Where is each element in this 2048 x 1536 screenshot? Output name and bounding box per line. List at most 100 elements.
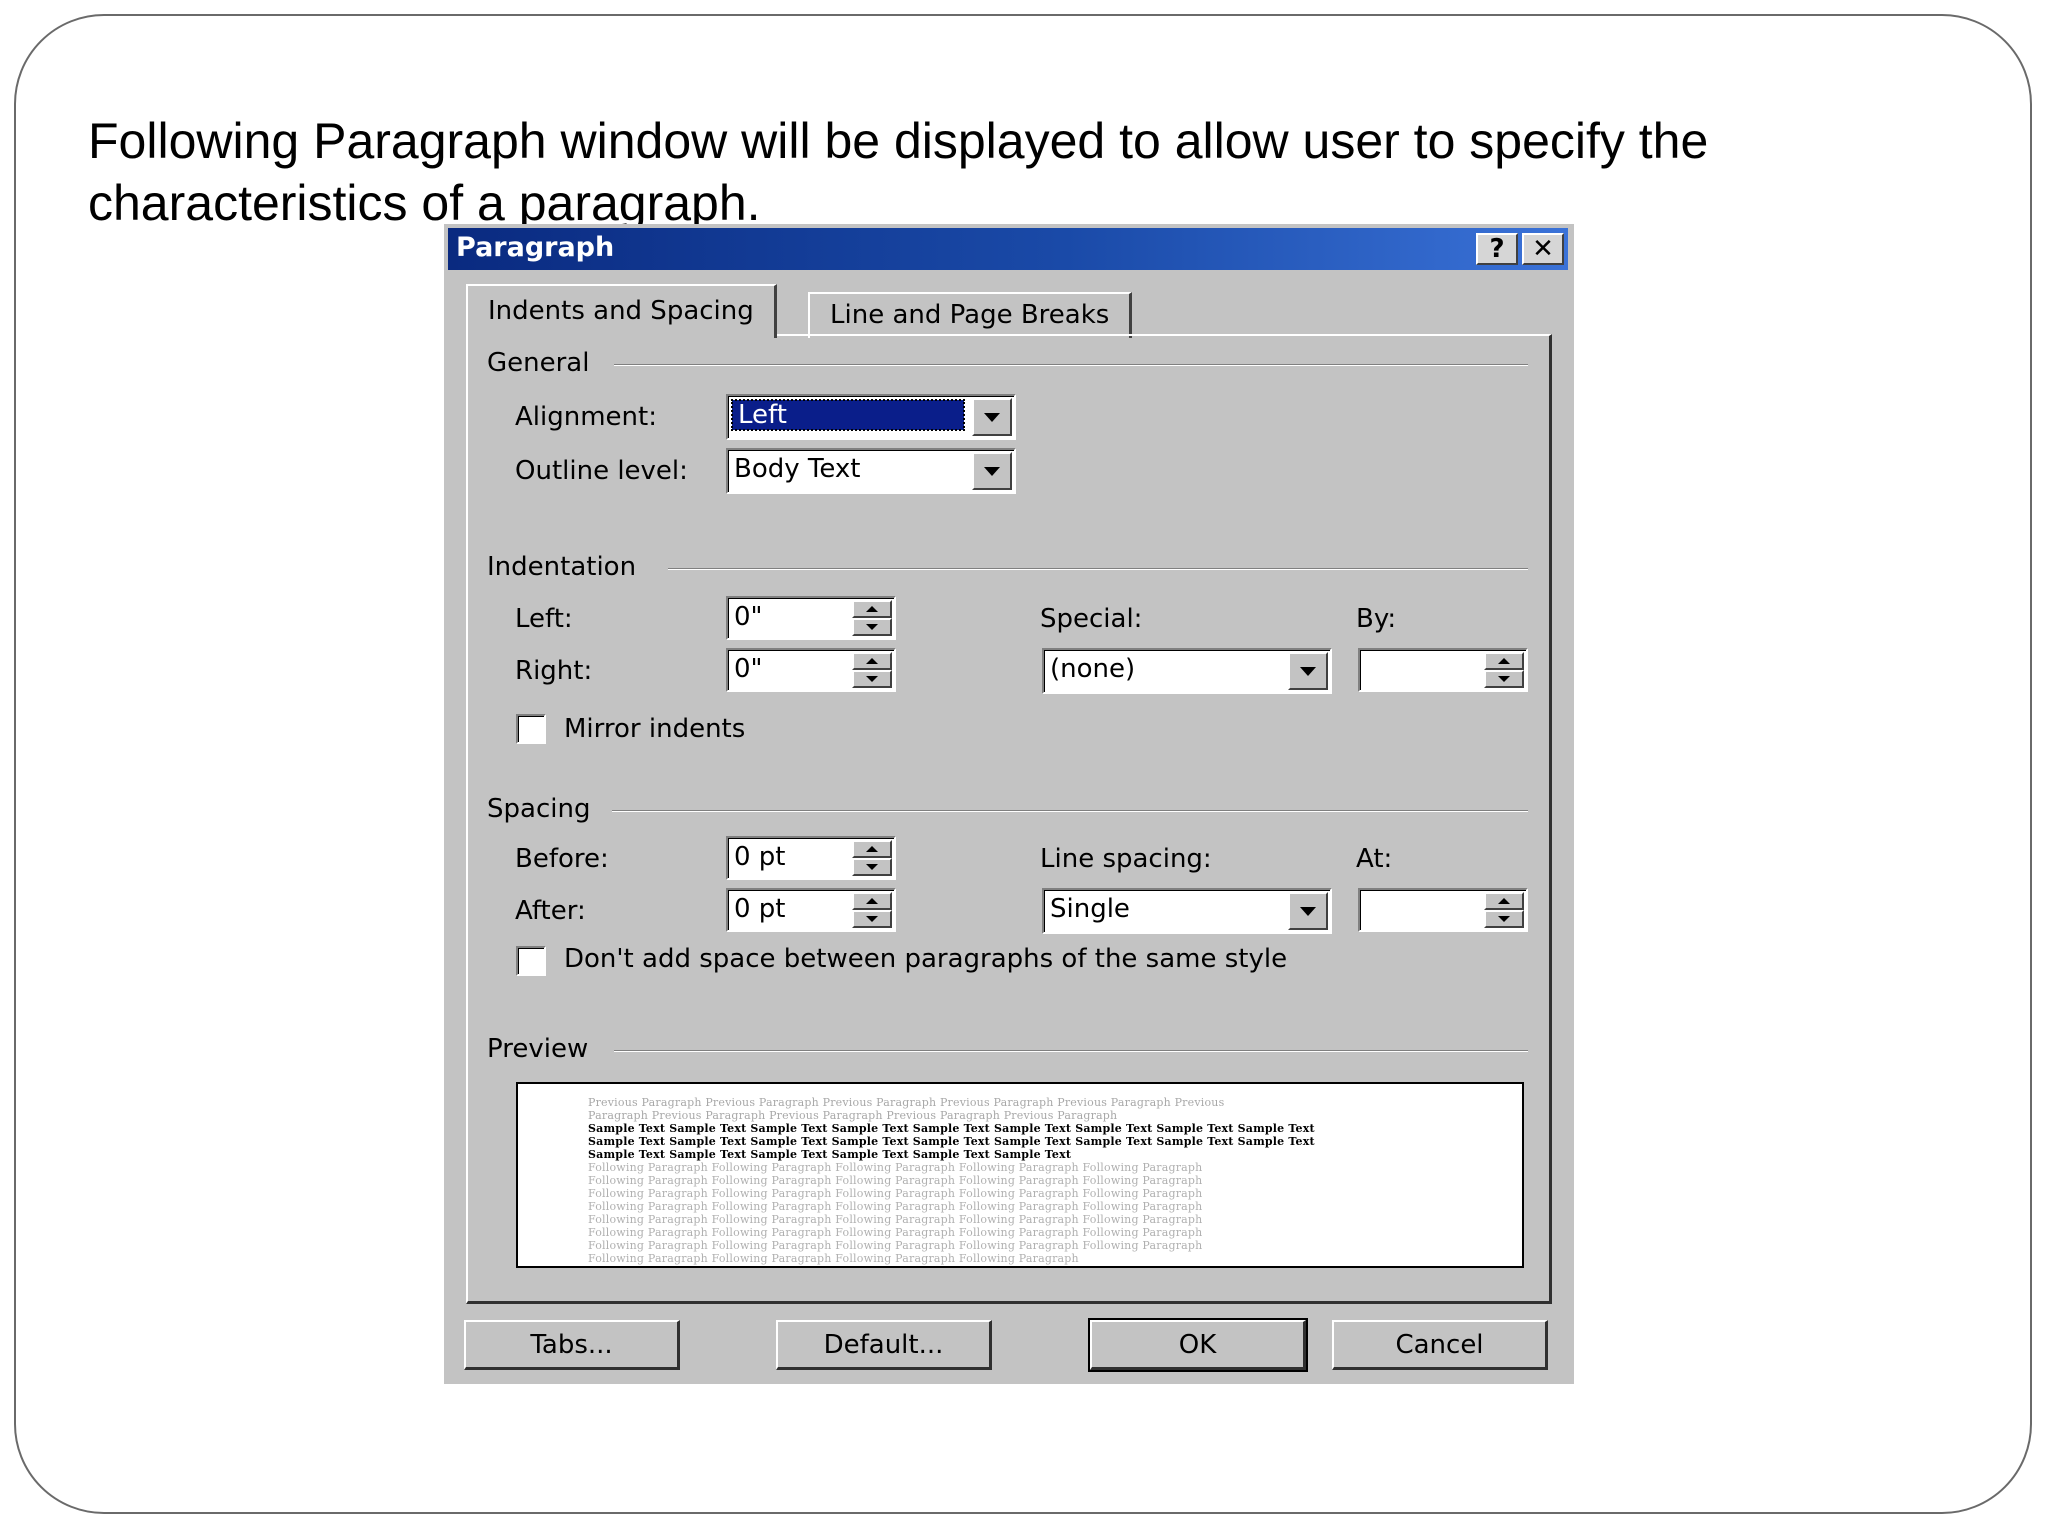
spacing-before-value: 0 pt bbox=[734, 842, 786, 872]
special-label: Special: bbox=[1040, 604, 1143, 634]
line-spacing-value: Single bbox=[1050, 894, 1130, 924]
arrow-down-icon bbox=[866, 916, 878, 922]
at-spinner[interactable] bbox=[1484, 892, 1524, 928]
outline-level-select[interactable]: Body Text bbox=[726, 448, 1016, 494]
preview-line: Following Paragraph Following Paragraph … bbox=[588, 1161, 1203, 1174]
left-indent-input[interactable]: 0" bbox=[726, 596, 896, 640]
chevron-down-icon bbox=[1300, 906, 1316, 916]
arrow-down-icon bbox=[1498, 916, 1510, 922]
close-button[interactable]: ✕ bbox=[1522, 233, 1564, 265]
chevron-down-icon bbox=[984, 412, 1000, 422]
line-spacing-dropdown-button[interactable] bbox=[1288, 892, 1328, 930]
chevron-down-icon bbox=[1300, 666, 1316, 676]
tab-indents-and-spacing[interactable]: Indents and Spacing bbox=[466, 284, 777, 338]
at-label: At: bbox=[1356, 844, 1393, 874]
ok-button[interactable]: OK bbox=[1088, 1318, 1308, 1372]
spin-down-button[interactable] bbox=[852, 670, 892, 688]
indentation-divider bbox=[668, 568, 1528, 570]
spacing-after-value: 0 pt bbox=[734, 894, 786, 924]
outline-level-label: Outline level: bbox=[515, 456, 688, 486]
preview-line: Paragraph Previous Paragraph Previous Pa… bbox=[588, 1109, 1118, 1122]
spacing-after-input[interactable]: 0 pt bbox=[726, 888, 896, 932]
by-spinner[interactable] bbox=[1484, 652, 1524, 688]
right-indent-spinner[interactable] bbox=[852, 652, 892, 688]
dialog-titlebar[interactable]: Paragraph ? ✕ bbox=[448, 228, 1568, 270]
preview-line: Following Paragraph Following Paragraph … bbox=[588, 1252, 1079, 1265]
arrow-up-icon bbox=[1498, 658, 1510, 664]
spacing-divider bbox=[612, 810, 1528, 812]
left-indent-label: Left: bbox=[515, 604, 573, 634]
spin-up-button[interactable] bbox=[852, 600, 892, 618]
spin-up-button[interactable] bbox=[852, 840, 892, 858]
mirror-indents-label[interactable]: Mirror indents bbox=[564, 714, 745, 744]
before-label: Before: bbox=[515, 844, 609, 874]
chevron-down-icon bbox=[984, 466, 1000, 476]
preview-box: Previous Paragraph Previous Paragraph Pr… bbox=[516, 1082, 1524, 1268]
alignment-dropdown-button[interactable] bbox=[972, 398, 1012, 436]
default-button[interactable]: Default... bbox=[776, 1320, 992, 1370]
spin-down-button[interactable] bbox=[852, 910, 892, 928]
preview-line: Following Paragraph Following Paragraph … bbox=[588, 1226, 1203, 1239]
question-icon: ? bbox=[1489, 234, 1505, 264]
arrow-up-icon bbox=[1498, 898, 1510, 904]
alignment-value: Left bbox=[731, 399, 965, 431]
outline-level-dropdown-button[interactable] bbox=[972, 452, 1012, 490]
preview-line: Previous Paragraph Previous Paragraph Pr… bbox=[588, 1096, 1225, 1109]
alignment-label: Alignment: bbox=[515, 402, 657, 432]
help-button[interactable]: ? bbox=[1476, 233, 1518, 265]
spin-down-button[interactable] bbox=[852, 858, 892, 876]
preview-heading: Preview bbox=[487, 1034, 589, 1064]
spacing-heading: Spacing bbox=[487, 794, 591, 824]
dialog-title: Paragraph bbox=[456, 232, 615, 263]
spin-up-button[interactable] bbox=[852, 652, 892, 670]
spacing-before-spinner[interactable] bbox=[852, 840, 892, 876]
preview-line: Sample Text Sample Text Sample Text Samp… bbox=[588, 1135, 1315, 1148]
preview-line: Sample Text Sample Text Sample Text Samp… bbox=[588, 1122, 1315, 1135]
tab-label: Indents and Spacing bbox=[488, 296, 754, 326]
special-dropdown-button[interactable] bbox=[1288, 652, 1328, 690]
left-indent-value: 0" bbox=[734, 602, 763, 632]
tabs-button[interactable]: Tabs... bbox=[464, 1320, 680, 1370]
general-heading: General bbox=[487, 348, 590, 378]
spacing-before-input[interactable]: 0 pt bbox=[726, 836, 896, 880]
by-label: By: bbox=[1356, 604, 1397, 634]
arrow-up-icon bbox=[866, 606, 878, 612]
spin-up-button[interactable] bbox=[1484, 892, 1524, 910]
right-indent-input[interactable]: 0" bbox=[726, 648, 896, 692]
cancel-button[interactable]: Cancel bbox=[1332, 1320, 1548, 1370]
spin-down-button[interactable] bbox=[1484, 670, 1524, 688]
preview-line: Following Paragraph Following Paragraph … bbox=[588, 1200, 1203, 1213]
right-indent-label: Right: bbox=[515, 656, 593, 686]
arrow-up-icon bbox=[866, 846, 878, 852]
arrow-up-icon bbox=[866, 898, 878, 904]
paragraph-dialog: Paragraph ? ✕ Indents and Spacing Line a… bbox=[444, 224, 1574, 1384]
preview-line: Sample Text Sample Text Sample Text Samp… bbox=[588, 1148, 1072, 1161]
indentation-heading: Indentation bbox=[487, 552, 637, 582]
line-spacing-select[interactable]: Single bbox=[1042, 888, 1332, 934]
arrow-up-icon bbox=[866, 658, 878, 664]
arrow-down-icon bbox=[866, 864, 878, 870]
preview-divider bbox=[614, 1050, 1528, 1052]
general-divider bbox=[614, 364, 1528, 366]
spacing-after-spinner[interactable] bbox=[852, 892, 892, 928]
spin-down-button[interactable] bbox=[852, 618, 892, 636]
outline-level-value: Body Text bbox=[734, 454, 861, 484]
special-select[interactable]: (none) bbox=[1042, 648, 1332, 694]
preview-line: Following Paragraph Following Paragraph … bbox=[588, 1174, 1203, 1187]
alignment-select[interactable]: Left bbox=[726, 394, 1016, 440]
preview-line: Following Paragraph Following Paragraph … bbox=[588, 1239, 1203, 1252]
spin-up-button[interactable] bbox=[852, 892, 892, 910]
spin-down-button[interactable] bbox=[1484, 910, 1524, 928]
left-indent-spinner[interactable] bbox=[852, 600, 892, 636]
at-input[interactable] bbox=[1358, 888, 1528, 932]
after-label: After: bbox=[515, 896, 586, 926]
mirror-indents-checkbox[interactable] bbox=[516, 714, 546, 744]
dont-add-space-checkbox[interactable] bbox=[516, 946, 546, 976]
by-input[interactable] bbox=[1358, 648, 1528, 692]
dont-add-space-label[interactable]: Don't add space between paragraphs of th… bbox=[564, 944, 1287, 974]
tab-line-and-page-breaks[interactable]: Line and Page Breaks bbox=[808, 292, 1133, 338]
arrow-down-icon bbox=[866, 676, 878, 682]
arrow-down-icon bbox=[1498, 676, 1510, 682]
spin-up-button[interactable] bbox=[1484, 652, 1524, 670]
right-indent-value: 0" bbox=[734, 654, 763, 684]
